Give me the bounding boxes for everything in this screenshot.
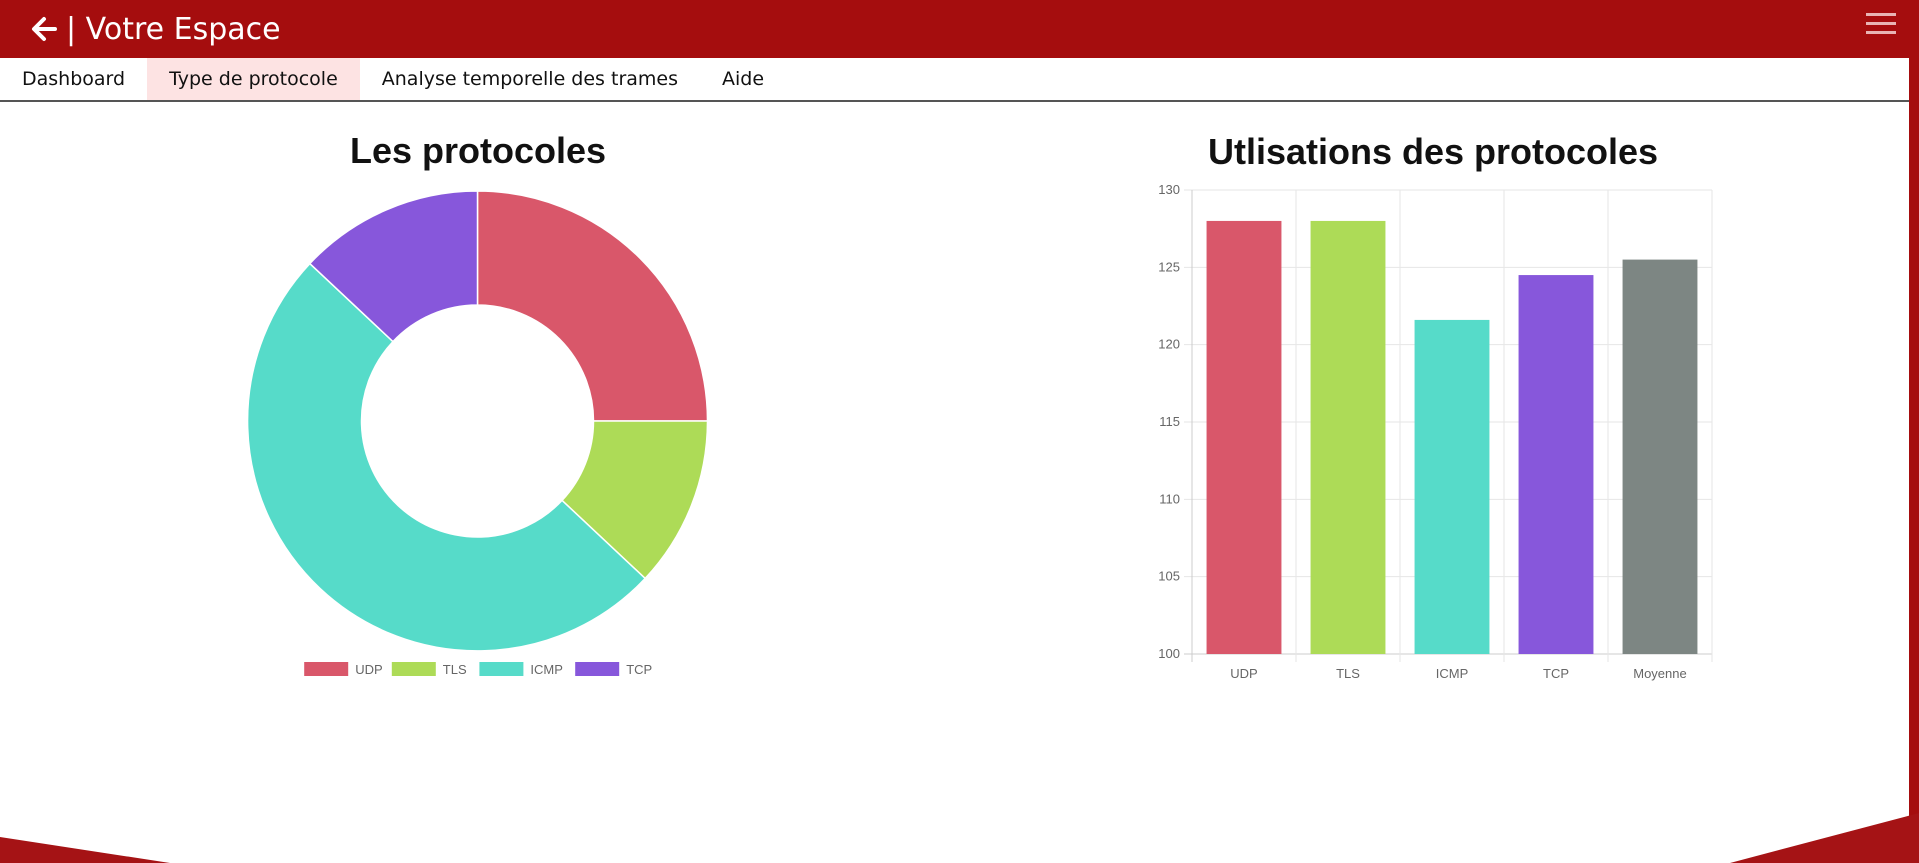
legend-label-tcp: TCP	[626, 662, 652, 677]
legend-swatch-udp	[304, 662, 349, 676]
bar-icmp	[1414, 319, 1490, 654]
slice-udp	[476, 190, 709, 422]
x-tick-label-moyenne: Moyenne	[1633, 666, 1686, 681]
bar-moyenne	[1622, 259, 1698, 654]
legend-swatch-tcp	[575, 662, 620, 676]
right-edge-bar	[1909, 0, 1919, 863]
doughnut-chart-title: Les protocoles	[349, 130, 607, 171]
legend-swatch-icmp	[479, 662, 524, 676]
bar-udp	[1206, 220, 1282, 654]
y-tick-label: 115	[1159, 414, 1180, 429]
bar-tcp	[1518, 275, 1594, 654]
y-tick-label: 130	[1158, 182, 1180, 197]
app-header: | Votre Espace	[0, 0, 1909, 58]
tab-type-de-protocole[interactable]: Type de protocole	[147, 58, 360, 100]
bar-chart-title: Utlisations des protocoles	[1207, 131, 1659, 172]
nav-bar: Dashboard Type de protocole Analyse temp…	[0, 58, 1909, 102]
bar-tls	[1310, 220, 1386, 654]
x-tick-label-tls: TLS	[1336, 666, 1360, 681]
bottom-right-decoration	[1730, 813, 1919, 863]
legend-label-tls: TLS	[443, 662, 467, 677]
y-tick-label: 125	[1158, 259, 1180, 274]
y-tick-label: 100	[1158, 646, 1180, 661]
legend-label-icmp: ICMP	[530, 662, 563, 677]
y-tick-label: 120	[1158, 337, 1180, 352]
tab-dashboard[interactable]: Dashboard	[0, 58, 147, 100]
tab-aide[interactable]: Aide	[700, 58, 786, 100]
back-link[interactable]: | Votre Espace	[30, 9, 281, 49]
hamburger-menu-icon[interactable]	[1866, 13, 1896, 35]
bar-chart: 100 105 110 115 120 125 130 UDP TLS ICMP TCP Moyenn…	[1158, 182, 1713, 681]
y-tick-label: 105	[1158, 569, 1180, 584]
bottom-left-decoration	[0, 837, 170, 863]
tab-analyse-temporelle[interactable]: Analyse temporelle des trames	[360, 58, 700, 100]
doughnut-chart: UDP TLS ICMP TCP	[246, 190, 709, 677]
arrow-left-icon	[30, 15, 58, 43]
x-tick-label-tcp: TCP	[1543, 666, 1569, 681]
legend-label-udp: UDP	[355, 662, 382, 677]
app-title: | Votre Espace	[66, 11, 281, 47]
legend-swatch-tls	[391, 662, 436, 676]
y-tick-label: 110	[1159, 491, 1180, 506]
x-tick-label-icmp: ICMP	[1436, 666, 1469, 681]
x-tick-label-udp: UDP	[1230, 666, 1257, 681]
